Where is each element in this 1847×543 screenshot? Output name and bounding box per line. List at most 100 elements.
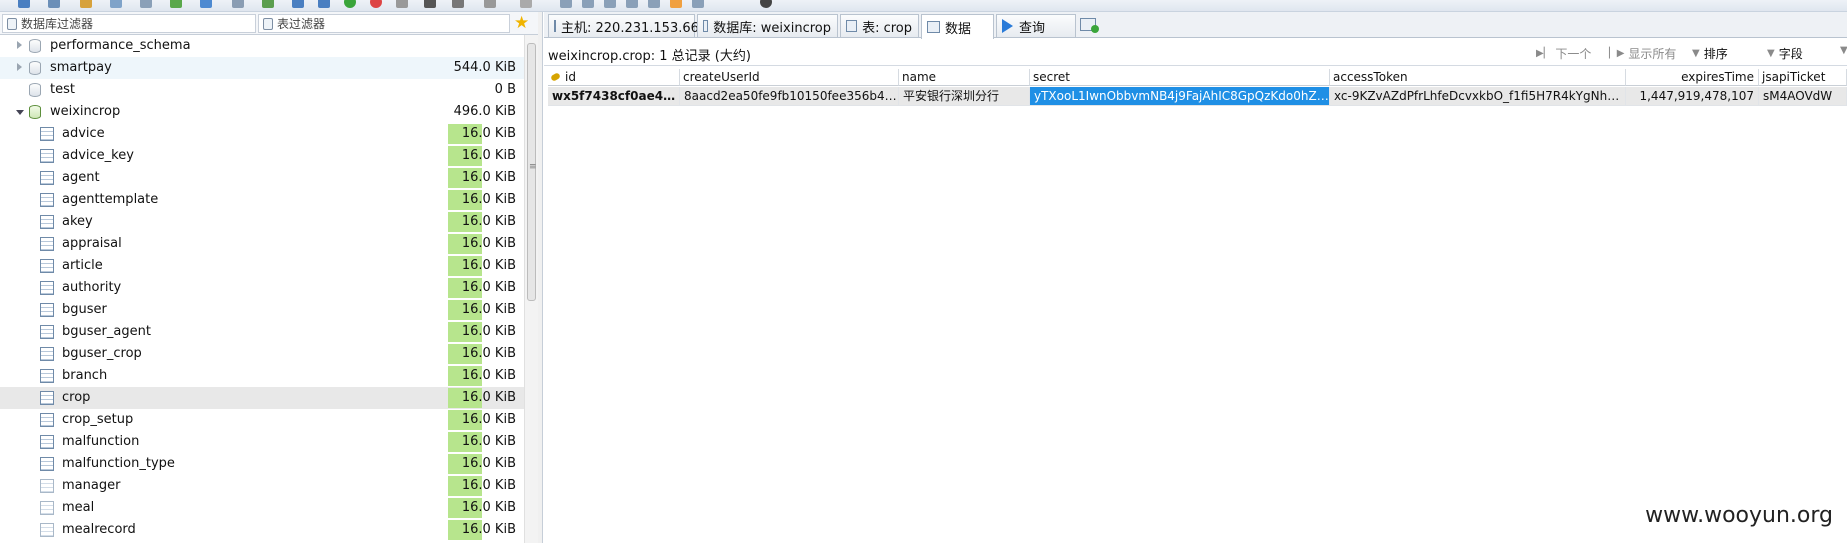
toolbar-copy-icon[interactable]	[110, 0, 122, 8]
table-icon	[40, 347, 54, 361]
tree-table-row[interactable]: authority 16.0 KiB	[0, 277, 524, 299]
sort-label: 排序	[1703, 47, 1728, 61]
tab-table[interactable]: 表: crop	[840, 14, 919, 37]
cell-id[interactable]: wx5f7438cf0ae45b7e	[548, 87, 680, 106]
toolbar-step-icon[interactable]	[452, 0, 464, 8]
column-header-accesstoken[interactable]: accessToken	[1330, 69, 1626, 86]
toolbar-help-icon[interactable]	[760, 0, 772, 8]
tree-table-row[interactable]: akey 16.0 KiB	[0, 211, 524, 233]
database-name: test	[50, 82, 75, 97]
fields-button[interactable]: ▼ 字段	[1767, 45, 1803, 62]
cell-expirestime[interactable]: 1,447,919,478,107	[1626, 87, 1759, 106]
tree-table-row[interactable]: bguser_agent 16.0 KiB	[0, 321, 524, 343]
tree-db-performance-schema[interactable]: performance_schema	[0, 35, 524, 57]
toolbar-filter-icon[interactable]	[396, 0, 408, 8]
fields-funnel-icon: ▼	[1767, 48, 1775, 59]
toolbar-folder-icon[interactable]	[80, 0, 92, 8]
favorite-star-icon[interactable]: ★	[514, 13, 529, 33]
tree-db-smartpay[interactable]: smartpay 544.0 KiB	[0, 57, 524, 79]
database-filter-input[interactable]: 数据库过滤器	[2, 14, 256, 33]
tree-table-row[interactable]: meal 16.0 KiB	[0, 497, 524, 519]
filter-button[interactable]: ▼	[1840, 45, 1847, 56]
panel-splitter[interactable]	[538, 12, 543, 543]
tab-database-label: 数据库: weixincrop	[713, 20, 831, 36]
column-header-expirestime[interactable]: expiresTime	[1626, 69, 1759, 86]
toolbar-refresh-icon[interactable]	[170, 0, 182, 8]
table-name: branch	[62, 368, 108, 383]
next-label: 下一个	[1555, 47, 1592, 61]
toolbar-form-icon[interactable]	[582, 0, 594, 8]
column-header-label: createUserId	[683, 70, 760, 84]
tree-scrollbar[interactable]: ≡	[524, 35, 538, 543]
toolbar-connect-icon[interactable]	[48, 0, 60, 8]
tree-table-row[interactable]: crop_setup 16.0 KiB	[0, 409, 524, 431]
table-size: 16.0 KiB	[461, 302, 516, 317]
table-name: appraisal	[62, 236, 122, 251]
toolbar-user-icon[interactable]	[200, 0, 212, 8]
column-header-secret[interactable]: secret	[1030, 69, 1330, 86]
tree-table-row[interactable]: advice_key 16.0 KiB	[0, 145, 524, 167]
cell-accesstoken[interactable]: xc-9KZvAZdPfrLhfeDcvxkbO_f1fi5H7R4kYgNhQ…	[1330, 87, 1626, 106]
tree-db-weixincrop[interactable]: weixincrop 496.0 KiB	[0, 101, 524, 123]
tree-table-row[interactable]: agenttemplate 16.0 KiB	[0, 189, 524, 211]
toolbar-find-icon[interactable]	[484, 0, 496, 8]
toolbar-save-icon[interactable]	[140, 0, 152, 8]
tree-table-row[interactable]: advice 16.0 KiB	[0, 123, 524, 145]
new-query-tab-icon[interactable]	[1080, 18, 1099, 33]
collapse-arrow-icon[interactable]	[16, 110, 24, 115]
table-size: 16.0 KiB	[461, 214, 516, 229]
tree-table-row[interactable]: malfunction 16.0 KiB	[0, 431, 524, 453]
database-size: 544.0 KiB	[453, 60, 516, 75]
toolbar-run-icon[interactable]	[424, 0, 436, 8]
cell-createuserid[interactable]: 8aacd2ea50fe9fb10150fee356b40024	[680, 87, 899, 106]
tree-table-row[interactable]: branch 16.0 KiB	[0, 365, 524, 387]
toolbar-first-icon[interactable]	[292, 0, 304, 8]
table-icon	[40, 193, 54, 207]
toolbar-search-icon[interactable]	[520, 0, 532, 8]
cell-name[interactable]: 平安银行深圳分行	[899, 87, 1030, 106]
toolbar-html-icon[interactable]	[648, 0, 660, 8]
toolbar-ok-icon[interactable]	[344, 0, 356, 8]
toolbar-prev-icon[interactable]	[318, 0, 330, 8]
table-size: 16.0 KiB	[461, 522, 516, 537]
table-name: bguser_crop	[62, 346, 142, 361]
toolbar-db-icon[interactable]	[18, 0, 30, 8]
toolbar-export-icon[interactable]	[232, 0, 244, 8]
tree-table-row[interactable]: agent 16.0 KiB	[0, 167, 524, 189]
tree-table-row-selected[interactable]: crop 16.0 KiB	[0, 387, 524, 409]
tree-table-row[interactable]: bguser 16.0 KiB	[0, 299, 524, 321]
next-button[interactable]: ▶▏ 下一个	[1536, 45, 1591, 62]
toolbar-blob-icon[interactable]	[626, 0, 638, 8]
tree-table-row[interactable]: manager 16.0 KiB	[0, 475, 524, 497]
expand-arrow-icon[interactable]	[17, 63, 22, 71]
toolbar-highlight-icon[interactable]	[670, 0, 682, 8]
cell-jsapiticket[interactable]: sM4AOVdW	[1759, 87, 1847, 106]
tree-db-test[interactable]: test 0 B	[0, 79, 524, 101]
toolbar-import-icon[interactable]	[262, 0, 274, 8]
column-header-jsapiticket[interactable]: jsapiTicket	[1759, 69, 1847, 86]
tree-table-row[interactable]: malfunction_type 16.0 KiB	[0, 453, 524, 475]
show-all-button[interactable]: ▏▶ 显示所有	[1609, 45, 1676, 62]
toolbar-sql-icon[interactable]	[692, 0, 704, 8]
column-header-createuserid[interactable]: createUserId	[680, 69, 899, 86]
tree-table-row[interactable]: appraisal 16.0 KiB	[0, 233, 524, 255]
toolbar-cancel-icon[interactable]	[370, 0, 382, 8]
show-all-icon: ▏▶	[1609, 48, 1625, 59]
tree-table-row[interactable]: mealrecord 16.0 KiB	[0, 519, 524, 541]
tree-table-row[interactable]: article 16.0 KiB	[0, 255, 524, 277]
table-name: agent	[62, 170, 100, 185]
tab-database[interactable]: 数据库: weixincrop	[697, 14, 838, 37]
toolbar-text-icon[interactable]	[604, 0, 616, 8]
cell-secret-focused[interactable]: yTXooL1IwnObbvmNB4j9FajAhIC8GpQzKdo0hZ3e…	[1030, 87, 1330, 106]
tab-host[interactable]: 主机: 220.231.153.66	[548, 14, 699, 37]
column-header-name[interactable]: name	[899, 69, 1030, 86]
sort-button[interactable]: ▼ 排序	[1692, 45, 1728, 62]
tab-query[interactable]: 查询	[996, 14, 1076, 37]
expand-arrow-icon[interactable]	[17, 41, 22, 49]
tree-scrollbar-thumb[interactable]: ≡	[527, 43, 537, 301]
tab-data[interactable]: 数据	[921, 14, 994, 39]
table-filter-input[interactable]: 表过滤器	[258, 14, 510, 33]
tree-table-row[interactable]: bguser_crop 16.0 KiB	[0, 343, 524, 365]
column-header-id[interactable]: id	[548, 69, 680, 86]
toolbar-grid-icon[interactable]	[560, 0, 572, 8]
